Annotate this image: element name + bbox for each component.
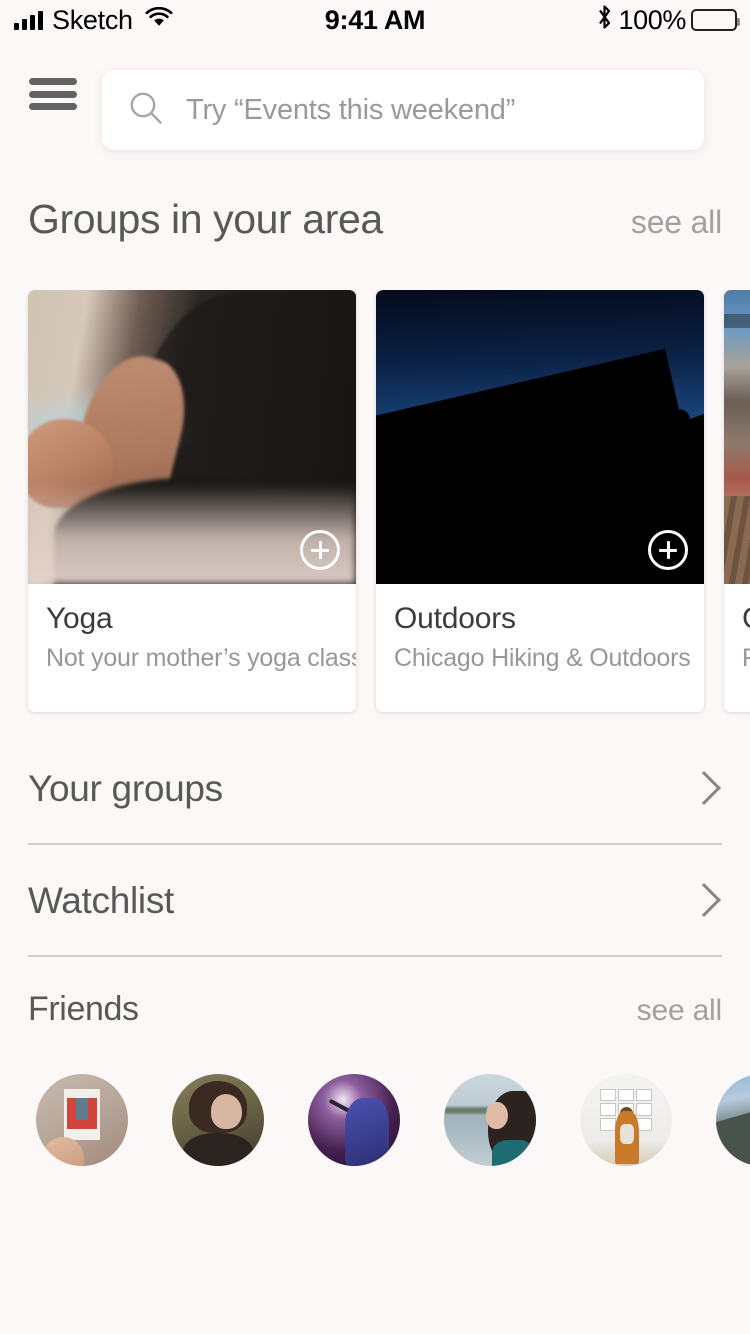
friends-see-all-link[interactable]: see all	[637, 994, 723, 1028]
hamburger-menu-icon[interactable]	[29, 74, 77, 114]
card-media	[28, 290, 356, 584]
friend-avatar-musician[interactable]	[308, 1074, 400, 1166]
battery-percent-label: 100%	[618, 4, 687, 35]
groups-carousel[interactable]: Yoga Not your mother’s yoga class Outdoo…	[0, 290, 750, 718]
friends-section-header: Friends see all	[28, 990, 722, 1029]
nav-row-label: Your groups	[28, 768, 223, 809]
card-body: Outdoors Chicago Hiking & Outdoors	[376, 584, 704, 673]
friends-avatar-list[interactable]	[0, 1074, 750, 1174]
bluetooth-icon	[596, 4, 613, 37]
app-screen: Sketch 9:41 AM 100% Try “Events this wee…	[0, 0, 750, 1334]
friend-avatar-mountain[interactable]	[716, 1074, 750, 1166]
page-title: Groups in your area	[28, 196, 383, 242]
friends-title: Friends	[28, 990, 139, 1028]
search-input[interactable]: Try “Events this weekend”	[102, 70, 704, 150]
friend-avatar-woman-forest[interactable]	[172, 1074, 264, 1166]
group-card-subtitle: Chicago Hiking & Outdoors	[394, 643, 691, 672]
group-card-title: Yoga	[46, 602, 113, 635]
card-media	[724, 290, 750, 584]
search-icon	[128, 90, 164, 131]
group-card-outdoors[interactable]: Outdoors Chicago Hiking & Outdoors	[376, 290, 704, 712]
rooftop-bar-photo	[724, 290, 750, 584]
battery-full-icon	[691, 9, 740, 31]
groups-see-all-link[interactable]: see all	[631, 204, 722, 241]
status-bar-right: 100%	[596, 4, 740, 37]
top-bar: Try “Events this weekend”	[0, 62, 750, 150]
nav-row-watchlist[interactable]: Watchlist	[28, 847, 722, 957]
friend-avatar-polaroid[interactable]	[36, 1074, 128, 1166]
plus-circle-icon[interactable]	[300, 530, 340, 570]
friend-avatar-gallery[interactable]	[580, 1074, 672, 1166]
friend-avatar-woman-lake[interactable]	[444, 1074, 536, 1166]
group-card-subtitle: Not your mother’s yoga class	[46, 643, 356, 672]
group-card-title: Outdoors	[394, 602, 516, 635]
group-card-third-peek[interactable]: C R	[724, 290, 750, 712]
group-card-yoga[interactable]: Yoga Not your mother’s yoga class	[28, 290, 356, 712]
search-placeholder-text: Try “Events this weekend”	[186, 93, 516, 126]
plus-circle-icon[interactable]	[648, 530, 688, 570]
chevron-right-icon	[690, 883, 712, 919]
card-body: Yoga Not your mother’s yoga class	[28, 584, 356, 673]
group-card-subtitle: R	[742, 643, 750, 673]
group-card-title: C	[742, 602, 750, 637]
status-bar: Sketch 9:41 AM 100%	[0, 0, 750, 40]
card-media	[376, 290, 704, 584]
groups-section-header: Groups in your area see all	[28, 196, 722, 243]
nav-row-label: Watchlist	[28, 880, 175, 921]
nav-row-your-groups[interactable]: Your groups	[28, 735, 722, 845]
chevron-right-icon	[690, 771, 712, 807]
card-body: C R	[724, 584, 750, 673]
